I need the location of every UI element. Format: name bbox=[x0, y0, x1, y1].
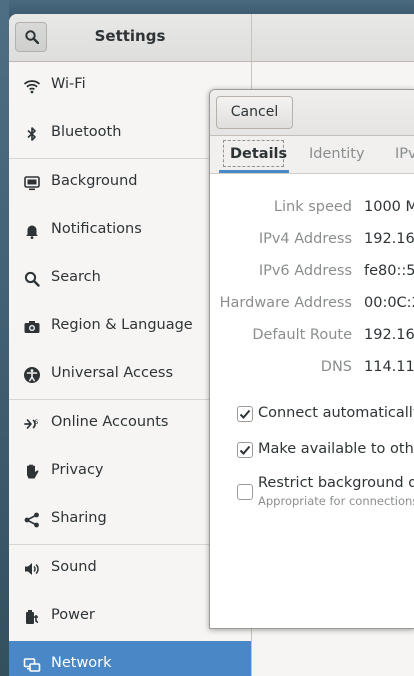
link-speed-value: 1000 Mb bbox=[364, 199, 414, 215]
header-divider bbox=[251, 14, 252, 61]
wifi-icon bbox=[23, 80, 41, 94]
camera-icon bbox=[24, 321, 40, 333]
restrict-background-data-label[interactable]: Restrict background data bbox=[258, 475, 414, 491]
svg-text:S: S bbox=[35, 419, 39, 426]
desktop-background-left bbox=[0, 0, 9, 676]
accessibility-icon bbox=[24, 367, 40, 383]
link-speed-label: Link speed bbox=[273, 199, 352, 215]
sidebar-item-label: Notifications bbox=[51, 221, 142, 237]
sidebar-item-label: Background bbox=[51, 173, 138, 189]
make-available-label[interactable]: Make available to other u bbox=[258, 441, 414, 457]
sidebar-item-network[interactable]: Network bbox=[9, 641, 251, 676]
connect-automatically-checkbox[interactable] bbox=[237, 406, 253, 422]
sidebar-item-label: Network bbox=[51, 655, 112, 671]
network-icon bbox=[23, 658, 41, 672]
sidebar-item-label: Power bbox=[51, 607, 95, 623]
ipv6-address-value: fe80::51 bbox=[364, 263, 414, 279]
speaker-icon bbox=[25, 563, 39, 575]
ipv4-address-label: IPv4 Address bbox=[258, 231, 352, 247]
window-title: Settings bbox=[94, 27, 166, 45]
cancel-button[interactable]: Cancel bbox=[216, 96, 293, 129]
search-icon bbox=[25, 30, 39, 44]
default-route-label: Default Route bbox=[252, 327, 352, 343]
bell-icon bbox=[26, 225, 38, 239]
header-bar: Settings bbox=[9, 14, 414, 62]
sidebar-item-label: Universal Access bbox=[51, 365, 174, 381]
sidebar-item-label: Sharing bbox=[51, 510, 107, 526]
checkmark-icon bbox=[239, 409, 251, 419]
tab-ipv[interactable]: IPv bbox=[395, 136, 414, 173]
dns-value: 114.114 bbox=[364, 359, 414, 375]
dialog-tab-bar: Details Identity IPv bbox=[210, 136, 414, 174]
sidebar-item-label: Region & Language bbox=[51, 317, 193, 333]
sidebar-item-label: Online Accounts bbox=[51, 414, 169, 430]
search-button[interactable] bbox=[15, 22, 47, 52]
default-route-value: 192.168 bbox=[364, 327, 414, 343]
dns-label: DNS bbox=[320, 359, 352, 375]
dialog-header: Cancel bbox=[210, 90, 414, 136]
hardware-address-value: 00:0C:2 bbox=[364, 295, 414, 311]
restrict-background-data-checkbox[interactable] bbox=[237, 484, 253, 500]
power-icon bbox=[26, 610, 39, 624]
restrict-background-data-sublabel: Appropriate for connections th bbox=[258, 494, 414, 508]
active-tab-indicator bbox=[219, 170, 289, 173]
bluetooth-icon bbox=[27, 127, 36, 141]
background-icon bbox=[24, 176, 40, 191]
sidebar-item-label: Wi-Fi bbox=[51, 76, 86, 92]
search-icon bbox=[24, 271, 40, 287]
hand-icon bbox=[27, 464, 39, 479]
sidebar-item-label: Sound bbox=[51, 559, 97, 575]
share-icon bbox=[24, 512, 39, 528]
sidebar-item-label: Bluetooth bbox=[51, 124, 122, 140]
make-available-checkbox[interactable] bbox=[237, 442, 253, 458]
ipv6-address-label: IPv6 Address bbox=[258, 263, 352, 279]
sidebar-item-label: Search bbox=[51, 269, 101, 285]
desktop-background-top bbox=[0, 0, 414, 14]
tab-details[interactable]: Details bbox=[230, 136, 287, 173]
tab-identity[interactable]: Identity bbox=[309, 136, 365, 173]
online-accounts-icon: S bbox=[24, 419, 39, 429]
sidebar-item-label: Privacy bbox=[51, 462, 104, 478]
hardware-address-label: Hardware Address bbox=[219, 295, 352, 311]
checkmark-icon bbox=[239, 445, 251, 455]
connect-automatically-label[interactable]: Connect automatically bbox=[258, 405, 414, 421]
network-details-dialog: Cancel Details Identity IPv Link speed 1… bbox=[209, 89, 414, 629]
ipv4-address-value: 192.168 bbox=[364, 231, 414, 247]
